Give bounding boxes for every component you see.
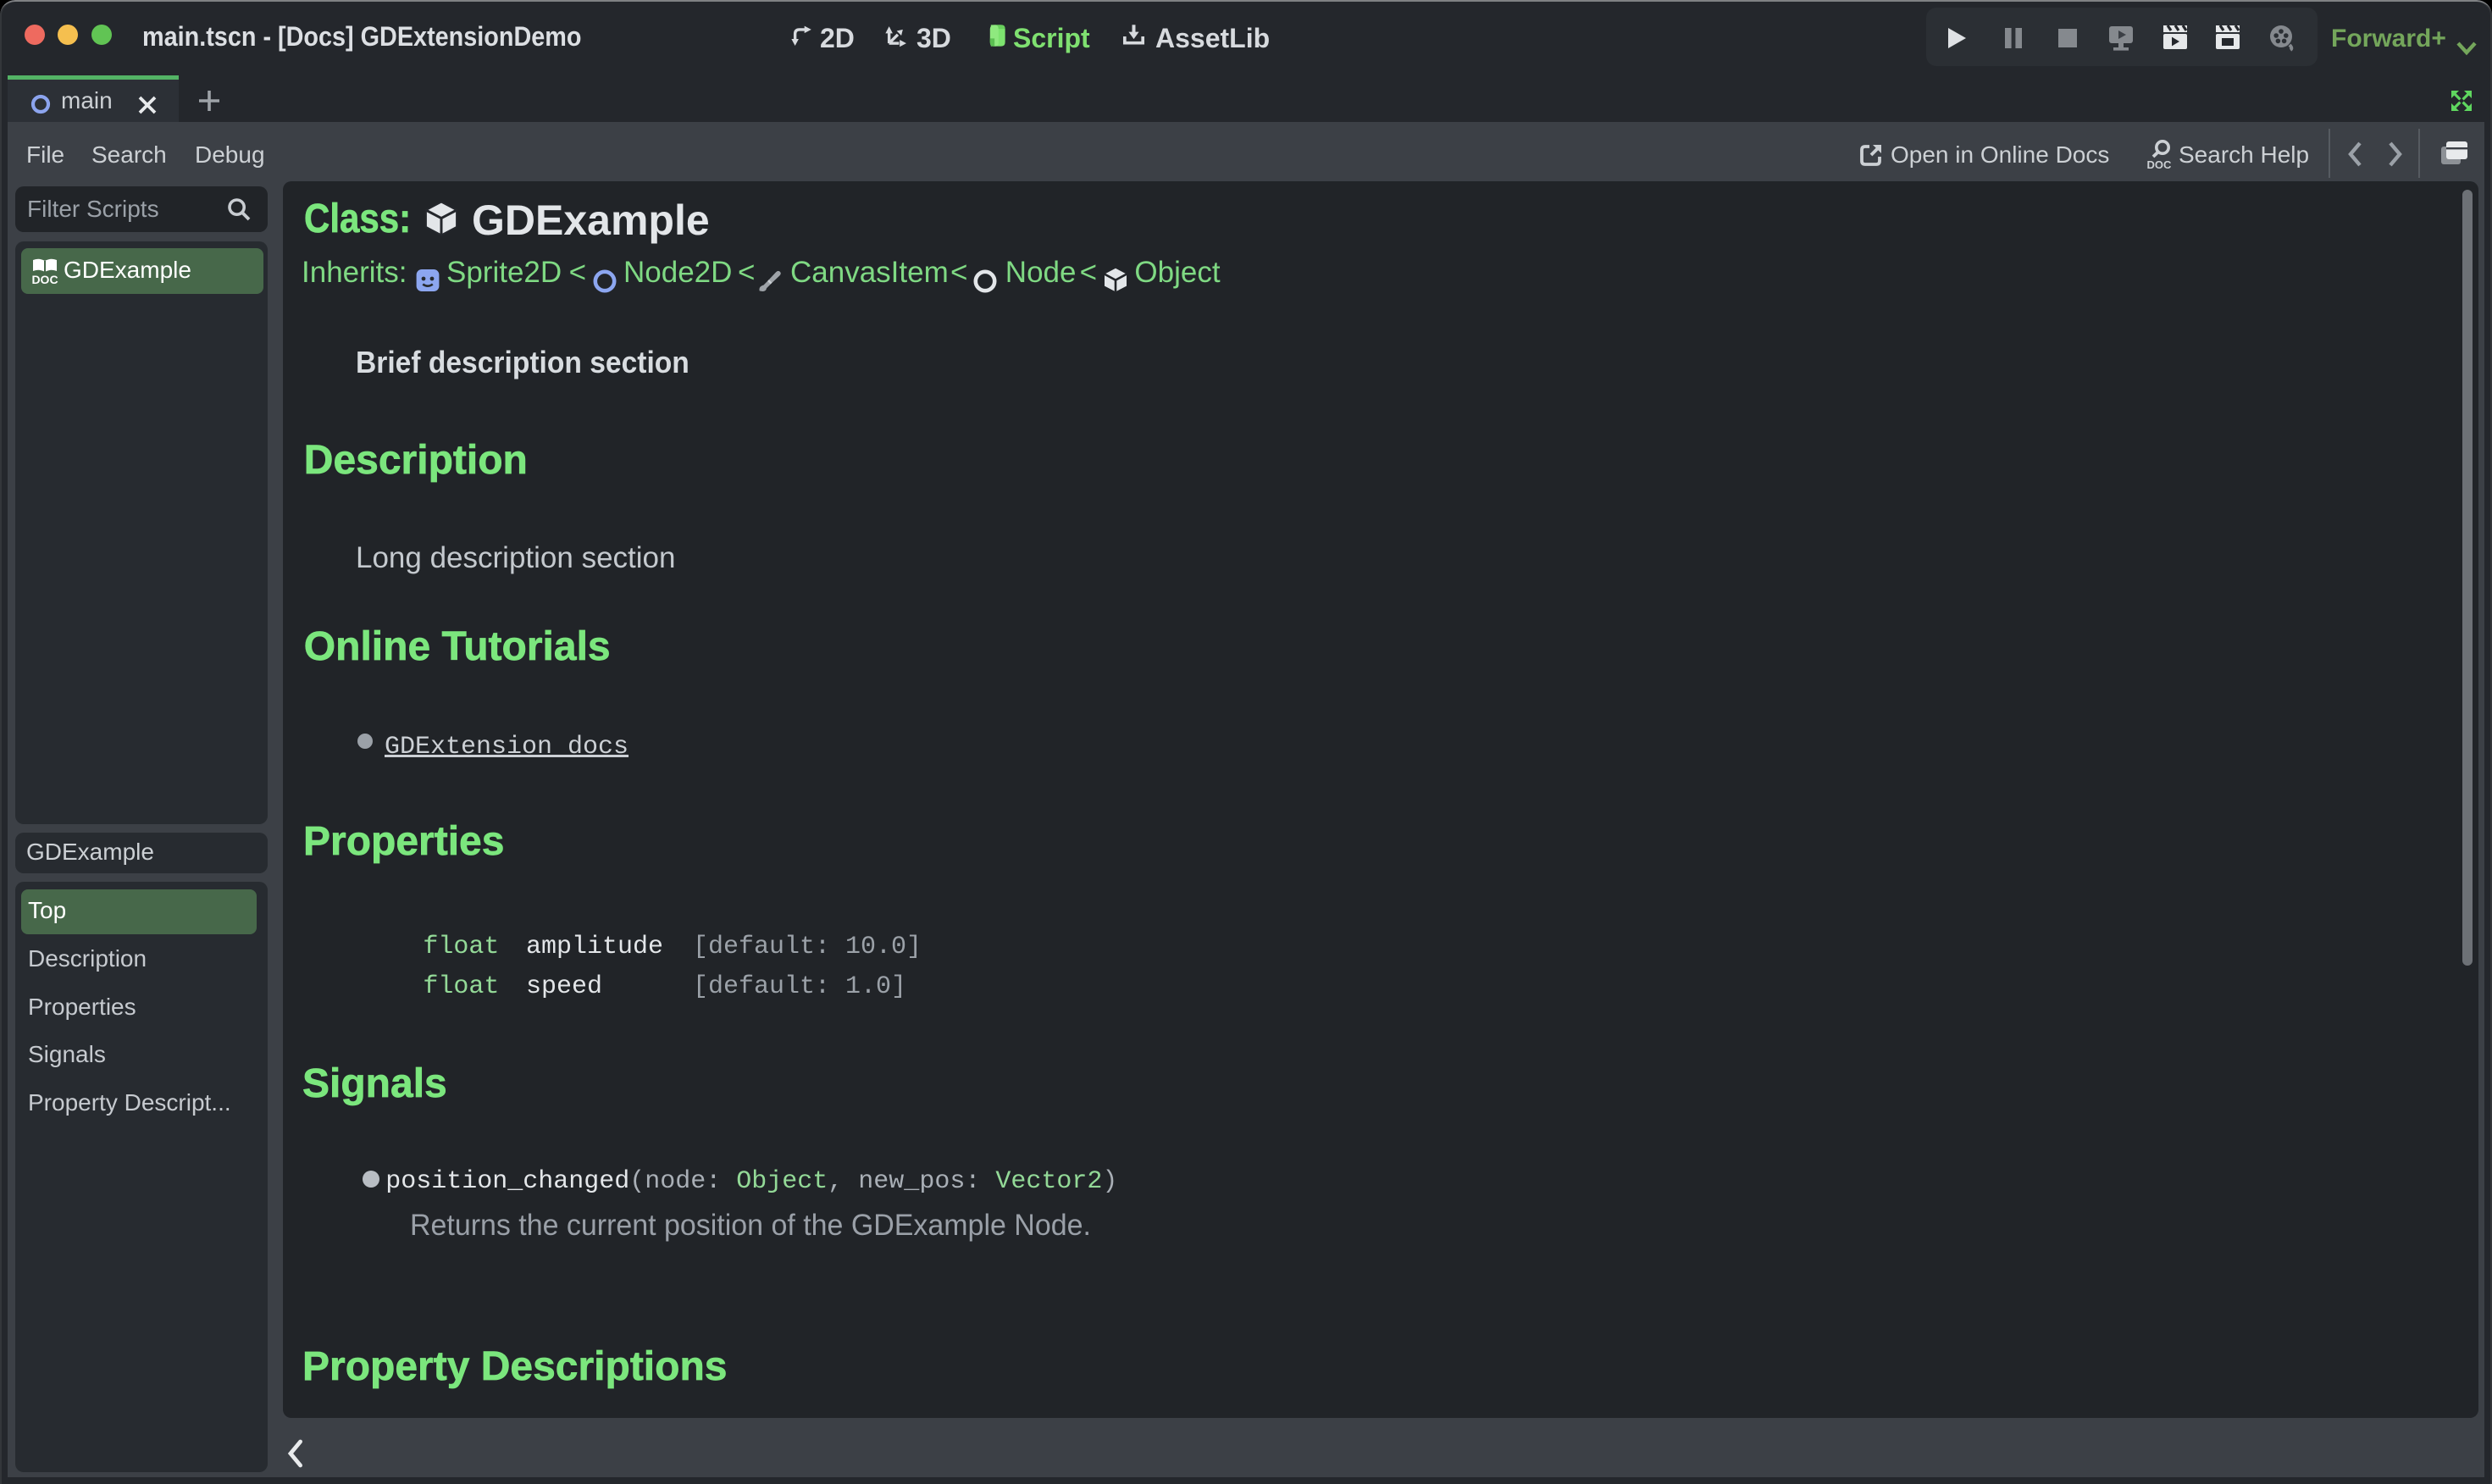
svg-text:DOC: DOC	[31, 273, 58, 286]
svg-text:DOC: DOC	[2147, 158, 2173, 171]
